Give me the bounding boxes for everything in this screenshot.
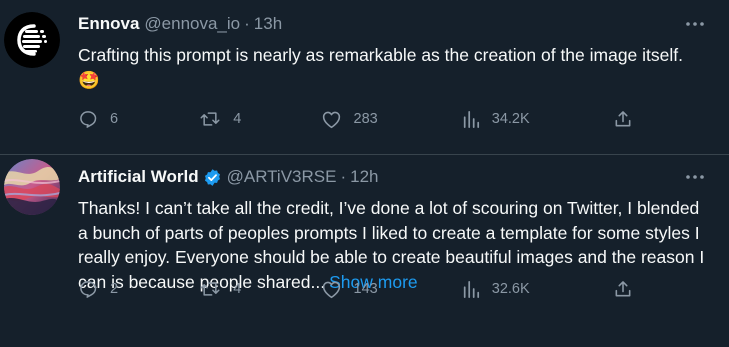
views-count: 32.6K	[491, 281, 530, 297]
like-button[interactable]: 143	[321, 279, 431, 299]
more-options-button[interactable]	[681, 13, 709, 35]
star-struck-emoji: 🤩	[78, 69, 100, 90]
retweet-count: 4	[233, 281, 242, 297]
reply-count: 2	[110, 281, 119, 297]
separator-dot: ·	[340, 167, 347, 186]
tweet-header: Ennova @ennova_io · 13h	[78, 13, 709, 35]
retweet-icon	[200, 112, 220, 126]
separator-dot: ·	[244, 14, 250, 33]
share-button[interactable]	[603, 279, 633, 299]
more-icon	[686, 175, 704, 179]
tweet[interactable]: Ennova @ennova_io · 13h Crafting this pr…	[0, 0, 729, 155]
tweet-actions: 2 4 143 32.6K	[78, 277, 633, 301]
like-icon	[322, 111, 340, 129]
views-icon	[463, 280, 479, 298]
tweet-body: Ennova @ennova_io · 13h Crafting this pr…	[78, 13, 709, 92]
verified-badge-icon[interactable]	[203, 168, 222, 187]
reply-count: 6	[110, 111, 119, 127]
like-button[interactable]: 283	[321, 109, 431, 129]
share-button[interactable]	[603, 109, 633, 129]
share-icon	[615, 111, 631, 127]
tweet[interactable]: Artificial World @ARTiV3RSE · 12h Thanks…	[0, 155, 729, 347]
ennova-logo-icon	[4, 12, 60, 68]
reply-icon	[80, 111, 97, 128]
tweet-time[interactable]: 12h	[350, 166, 378, 188]
retweet-button[interactable]: 4	[199, 109, 289, 129]
like-count: 143	[353, 281, 378, 297]
share-icon	[615, 281, 631, 297]
views-button[interactable]: 34.2K	[462, 109, 572, 129]
reply-button[interactable]: 2	[78, 279, 168, 299]
retweet-icon	[200, 282, 220, 296]
reply-button[interactable]: 6	[78, 109, 168, 129]
avatar-ennova[interactable]	[4, 12, 60, 68]
artificial-world-avatar-image	[4, 159, 60, 215]
avatar-artificial-world[interactable]	[4, 159, 60, 215]
author-handle[interactable]: @ARTiV3RSE	[227, 166, 337, 188]
tweet-feed: Ennova @ennova_io · 13h Crafting this pr…	[0, 0, 729, 347]
tweet-text-content: Crafting this prompt is nearly as remark…	[78, 45, 683, 65]
tweet-actions: 6 4 283 34.2K	[78, 107, 633, 131]
more-icon	[686, 22, 704, 26]
views-icon	[463, 110, 479, 128]
author-name[interactable]: Ennova	[78, 13, 139, 35]
author-name[interactable]: Artificial World	[78, 166, 199, 188]
like-icon	[322, 281, 340, 299]
views-count: 34.2K	[491, 111, 530, 127]
reply-icon	[80, 281, 97, 298]
tweet-body: Artificial World @ARTiV3RSE · 12h Thanks…	[78, 166, 709, 294]
views-button[interactable]: 32.6K	[462, 279, 572, 299]
like-count: 283	[353, 111, 378, 127]
tweet-time[interactable]: 13h	[254, 13, 282, 35]
retweet-button[interactable]: 4	[199, 279, 289, 299]
author-handle[interactable]: @ennova_io	[144, 13, 240, 35]
tweet-text: Crafting this prompt is nearly as remark…	[78, 43, 709, 92]
tweet-header: Artificial World @ARTiV3RSE · 12h	[78, 166, 709, 188]
retweet-count: 4	[233, 111, 242, 127]
more-options-button[interactable]	[681, 166, 709, 188]
